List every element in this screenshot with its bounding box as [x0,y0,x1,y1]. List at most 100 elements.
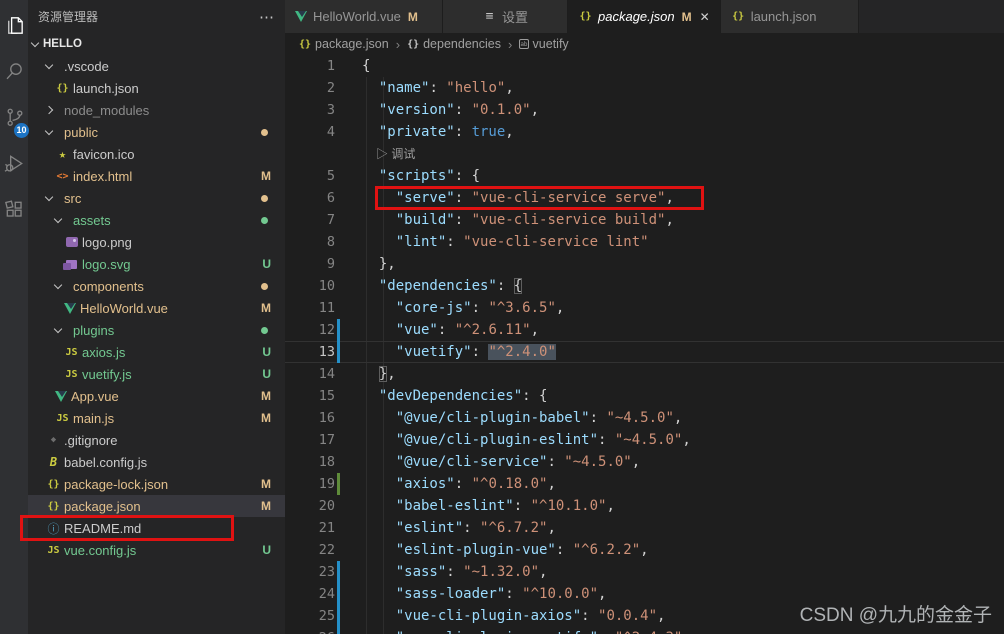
code-line-26[interactable]: 26 "vue-cli-plugin-vuetify": "^2.4.3" [285,627,1004,634]
symbol-property-icon: ab [519,39,528,49]
code-line-18[interactable]: 18 "@vue/cli-service": "~4.5.0", [285,451,1004,473]
tree-item-label: launch.json [73,81,139,96]
tree-item-label: package-lock.json [64,477,168,492]
code-line-2[interactable]: 2 "name": "hello", [285,77,1004,99]
tree-item-helloworld-vue[interactable]: HelloWorld.vueM [28,297,285,319]
watermark: CSDN @九九的金金子 [800,600,992,627]
line-number: 13 [285,341,335,363]
tree-item-src[interactable]: src [28,187,285,209]
code-line-19[interactable]: 19 "axios": "^0.18.0", [285,473,1004,495]
code-line-1[interactable]: 1{ [285,55,1004,77]
code-editor[interactable]: 1{2 "name": "hello",3 "version": "0.1.0"… [285,55,1004,634]
code-line-lens[interactable]: ▷ 调试 [285,143,1004,165]
tree-item-logo-svg[interactable]: logo.svgU [28,253,285,275]
code-line-12[interactable]: 12 "vue": "^2.6.11", [285,319,1004,341]
tree-item-vue-config-js[interactable]: JSvue.config.jsU [28,539,285,561]
tab-modified-badge: M [682,10,692,24]
tree-item-package-json[interactable]: {}package.jsonM [28,495,285,517]
tree-item-label: vuetify.js [82,367,132,382]
code-line-14[interactable]: 14 }, [285,363,1004,385]
code-line-3[interactable]: 3 "version": "0.1.0", [285,99,1004,121]
tree-item-label: node_modules [64,103,149,118]
tab-设置[interactable]: ≡设置 [443,0,568,33]
tree-item-babel-config-js[interactable]: Bbabel.config.js [28,451,285,473]
babel-icon: B [46,455,61,469]
tab-helloworld-vue[interactable]: HelloWorld.vueM [285,0,443,33]
more-actions-icon[interactable]: ⋯ [259,8,275,26]
tree-item-index-html[interactable]: <>index.htmlM [28,165,285,187]
code-line-20[interactable]: 20 "babel-eslint": "^10.1.0", [285,495,1004,517]
tree-item-readme-md[interactable]: ⓘREADME.md [28,517,285,539]
tree-item-app-vue[interactable]: App.vueM [28,385,285,407]
breadcrumb-item-package-json[interactable]: {}package.json [299,37,389,51]
code-line-22[interactable]: 22 "eslint-plugin-vue": "^6.2.2", [285,539,1004,561]
code-line-4[interactable]: 4 "private": true, [285,121,1004,143]
code-line-15[interactable]: 15 "devDependencies": { [285,385,1004,407]
scm-badge: 10 [14,123,29,138]
close-icon[interactable]: ✕ [700,10,710,24]
code-line-10[interactable]: 10 "dependencies": { [285,275,1004,297]
tree-item-logo-png[interactable]: logo.png [28,231,285,253]
line-number: 11 [285,297,335,319]
tree-item-public[interactable]: public [28,121,285,143]
search-icon[interactable] [0,48,28,94]
tree-root-hello[interactable]: HELLO [28,33,285,55]
code-line-21[interactable]: 21 "eslint": "^6.7.2", [285,517,1004,539]
line-number: 24 [285,583,335,605]
js-icon: JS [64,369,79,380]
explorer-icon[interactable] [0,2,28,48]
line-number: 8 [285,231,335,253]
breadcrumb-label: vuetify [533,37,569,51]
run-debug-icon[interactable] [0,140,28,186]
tree-item-favicon-ico[interactable]: ★favicon.ico [28,143,285,165]
tree-item-launch-json[interactable]: {}launch.json [28,77,285,99]
line-number: 1 [285,55,335,77]
activity-bar: 10 [0,0,28,634]
breadcrumb-item-dependencies[interactable]: {}dependencies [407,37,501,51]
file-tree: .vscode{}launch.jsonnode_modulespublic★f… [28,55,285,561]
json-icon: {} [731,11,746,22]
tree-item-main-js[interactable]: JSmain.jsM [28,407,285,429]
tree-item-label: .vscode [64,59,109,74]
git-status-badge: M [261,169,271,183]
code-line-8[interactable]: 8 "lint": "vue-cli-service lint" [285,231,1004,253]
json-icon: {} [46,501,61,512]
chevron-right-icon [46,107,61,113]
code-line-16[interactable]: 16 "@vue/cli-plugin-babel": "~4.5.0", [285,407,1004,429]
line-number: 6 [285,187,335,209]
code-line-7[interactable]: 7 "build": "vue-cli-service build", [285,209,1004,231]
code-line-13[interactable]: 13 "vuetify": "^2.4.0" [285,341,1004,363]
tree-item-plugins[interactable]: plugins [28,319,285,341]
tab-launch-json[interactable]: {} launch.json [721,0,859,33]
tree-item-components[interactable]: components [28,275,285,297]
code-line-6[interactable]: 6 "serve": "vue-cli-service serve", [285,187,1004,209]
gutter-modified-indicator [337,561,340,583]
code-line-17[interactable]: 17 "@vue/cli-plugin-eslint": "~4.5.0", [285,429,1004,451]
git-status-badge: M [261,389,271,403]
sidebar-title: 资源管理器 [38,8,98,25]
tree-item-node-modules[interactable]: node_modules [28,99,285,121]
tree-item-label: logo.svg [82,257,130,272]
json-icon: {} [46,479,61,490]
tree-item-vscode[interactable]: .vscode [28,55,285,77]
tab-label: launch.json [751,9,817,24]
code-line-5[interactable]: 5 "scripts": { [285,165,1004,187]
source-control-icon[interactable]: 10 [0,94,28,140]
tree-item-label: components [73,279,144,294]
code-line-11[interactable]: 11 "core-js": "^3.6.5", [285,297,1004,319]
tab-package-json[interactable]: {}package.jsonM✕ [568,0,721,33]
gutter-modified-indicator [337,605,340,627]
breadcrumb-label: package.json [315,37,389,51]
breadcrumb-item-vuetify[interactable]: ab vuetify [519,37,568,51]
tree-item-vuetify-js[interactable]: JSvuetify.jsU [28,363,285,385]
tree-item-gitignore[interactable]: ◆.gitignore [28,429,285,451]
tree-item-package-lock-json[interactable]: {}package-lock.jsonM [28,473,285,495]
code-line-9[interactable]: 9 }, [285,253,1004,275]
line-number: 25 [285,605,335,627]
tree-item-axios-js[interactable]: JSaxios.jsU [28,341,285,363]
code-line-23[interactable]: 23 "sass": "~1.32.0", [285,561,1004,583]
json-icon: {} [578,11,593,22]
tree-item-assets[interactable]: assets [28,209,285,231]
extensions-icon[interactable] [0,186,28,232]
tree-item-label: .gitignore [64,433,117,448]
